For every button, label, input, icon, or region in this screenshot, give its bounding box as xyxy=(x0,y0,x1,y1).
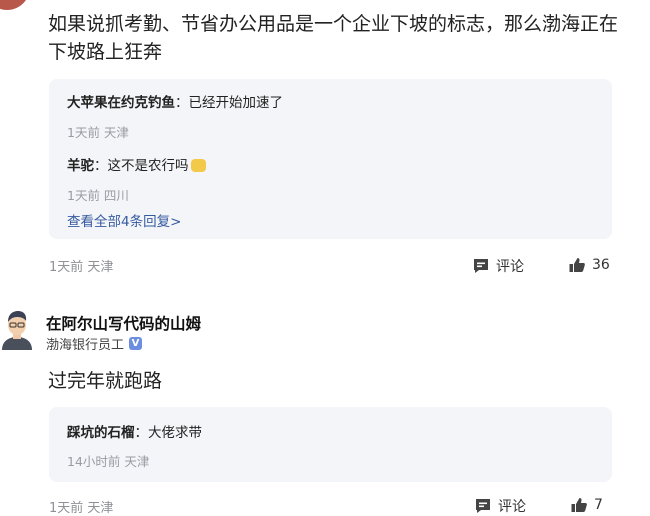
post-meta: 1天前 天津 xyxy=(49,501,114,516)
comment-icon xyxy=(476,499,490,513)
user-avatar-top[interactable] xyxy=(0,0,30,10)
thumbs-up-icon xyxy=(571,498,587,512)
comment-label: 评论 xyxy=(498,499,526,515)
reply-username[interactable]: 羊驼 xyxy=(67,158,94,174)
like-count: 7 xyxy=(594,497,603,513)
reply-username[interactable]: 大苹果在约克钓鱼 xyxy=(67,95,175,111)
reply-colon: ： xyxy=(94,158,108,174)
reply-meta: 14小时前 天津 xyxy=(67,454,150,469)
reply-item[interactable]: 踩坑的石榴：大佬求带 xyxy=(67,421,202,441)
verified-icon: V xyxy=(129,337,143,350)
reply-list: 踩坑的石榴：大佬求带 14小时前 天津 xyxy=(49,407,612,482)
reply-colon: ： xyxy=(175,95,189,111)
like-count: 36 xyxy=(592,257,610,273)
comment-label: 评论 xyxy=(496,259,524,275)
see-all-replies-link[interactable]: 查看全部4条回复> xyxy=(67,210,181,230)
reply-item[interactable]: 羊驼：这不是农行吗 xyxy=(67,154,206,174)
comment-button[interactable]: 评论 xyxy=(472,256,524,276)
reply-content: 已经开始加速了 xyxy=(188,95,284,111)
comment-text: 如果说抓考勤、节省办公用品是一个企业下坡的标志，那么渤海正在下坡路上狂奔 xyxy=(48,13,619,63)
badge-text: 渤海银行员工 xyxy=(46,338,125,353)
reply-item[interactable]: 大苹果在约克钓鱼：已经开始加速了 xyxy=(67,91,283,111)
reply-username[interactable]: 踩坑的石榴 xyxy=(67,425,135,441)
reply-meta: 1天前 天津 xyxy=(67,125,129,140)
reply-colon: ： xyxy=(134,425,149,441)
user-avatar[interactable] xyxy=(0,308,34,350)
reply-meta: 1天前 四川 xyxy=(67,188,129,203)
user-badge: 渤海银行员工 V xyxy=(46,334,143,353)
post-meta: 1天前 天津 xyxy=(49,260,114,275)
thumbs-up-icon xyxy=(569,258,585,272)
reply-content: 这不是农行吗 xyxy=(107,158,189,174)
username[interactable]: 在阿尔山写代码的山姆 xyxy=(46,312,201,334)
comment-icon xyxy=(474,259,488,273)
comment-text: 过完年就跑路 xyxy=(48,370,163,392)
like-button[interactable]: 36 xyxy=(568,256,610,274)
like-button[interactable]: 7 xyxy=(570,496,603,514)
comment-button[interactable]: 评论 xyxy=(474,496,526,516)
smile-emoji xyxy=(190,159,206,172)
reply-list: 大苹果在约克钓鱼：已经开始加速了 1天前 天津 羊驼：这不是农行吗 1天前 四川… xyxy=(49,79,612,239)
reply-content: 大佬求带 xyxy=(148,425,202,441)
